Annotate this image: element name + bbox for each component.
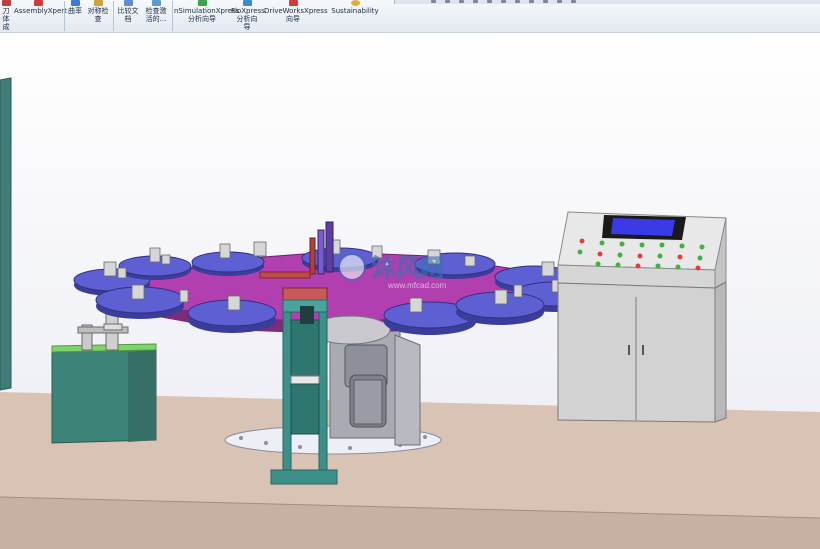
symmetry-check-icon [93, 0, 103, 6]
ribbon-button-label: 刀体 成 [2, 7, 10, 31]
ribbon-end-strip [394, 0, 820, 4]
mini-button[interactable] [529, 0, 534, 3]
sustainability-button[interactable]: Sustainability [326, 0, 384, 32]
simulationxpress-icon [197, 0, 207, 6]
ribbon-button-label: DriveWorksXpress 向导 [264, 7, 328, 23]
floxpress-icon [242, 0, 252, 6]
cad-model-scene[interactable]: 沐风网 www.mfcad.com [0, 33, 820, 549]
ribbon-button-label: 比较文 档 [117, 7, 139, 23]
ribbon-separator [172, 1, 173, 31]
floxpress-button[interactable]: FloXpress 分析向 导 [231, 0, 265, 32]
control-cabinet [557, 211, 727, 423]
mini-button[interactable] [557, 0, 562, 3]
ribbon-separator [113, 1, 114, 31]
curvature-icon [70, 0, 80, 6]
ribbon-button-0[interactable]: 刀体 成 [0, 0, 12, 32]
mini-button[interactable] [431, 0, 436, 3]
ribbon-separator [64, 1, 65, 31]
mini-button[interactable] [459, 0, 464, 3]
watermark-url: www.mfcad.com [387, 281, 447, 290]
check-active-button[interactable]: 检查激 活的... [142, 0, 170, 32]
mini-button[interactable] [473, 0, 478, 3]
ribbon-button-label: nSimulationXpress 分析向导 [174, 7, 240, 23]
mini-button[interactable] [543, 0, 548, 3]
tool-icon [1, 0, 11, 6]
ribbon-button-label: 曲率 [68, 7, 82, 15]
simulationxpress-button[interactable]: nSimulationXpress 分析向导 [174, 0, 240, 32]
ribbon-button-label: 对称检 查 [87, 7, 109, 23]
assemblyxpert-button[interactable]: AssemblyXpert [14, 0, 67, 32]
mini-button[interactable] [515, 0, 520, 3]
ribbon-button-label: AssemblyXpert [14, 7, 67, 15]
driveworksxpress-icon [288, 0, 298, 6]
driveworksxpress-button[interactable]: DriveWorksXpress 向导 [264, 0, 328, 32]
mini-button[interactable] [501, 0, 506, 3]
curvature-button[interactable]: 曲率 [66, 0, 84, 32]
ribbon-button-label: FloXpress 分析向 导 [231, 7, 265, 31]
left-wall-panel [0, 77, 12, 391]
mini-button[interactable] [571, 0, 576, 3]
sustainability-icon [350, 0, 360, 6]
mini-button[interactable] [487, 0, 492, 3]
compare-documents-button[interactable]: 比较文 档 [115, 0, 141, 32]
mini-button[interactable] [445, 0, 450, 3]
compare-documents-icon [123, 0, 133, 6]
lcd-screen [611, 218, 675, 236]
symmetry-check-button[interactable]: 对称检 查 [86, 0, 110, 32]
watermark-text: 沐风网 [372, 255, 444, 282]
command-ribbon: 刀体 成 AssemblyXpert 曲率 对称检 查 比较文 档 检查激 活的… [0, 0, 820, 33]
ribbon-button-label: Sustainability [331, 7, 379, 15]
assemblyxpert-icon [33, 0, 43, 6]
graphics-viewport[interactable]: 沐风网 www.mfcad.com [0, 33, 820, 549]
ribbon-button-label: 检查激 活的... [145, 7, 167, 23]
check-active-icon [151, 0, 161, 6]
